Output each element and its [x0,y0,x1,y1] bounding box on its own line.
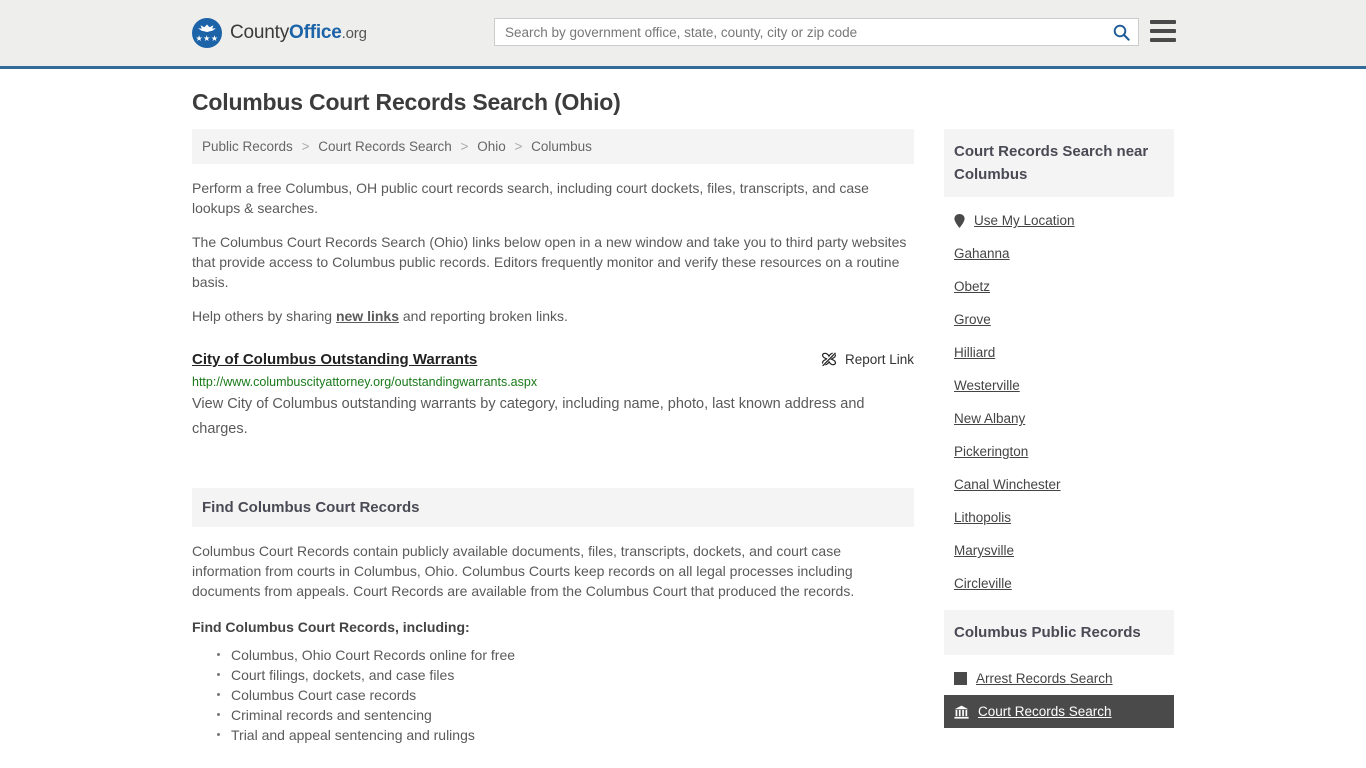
list-item: Columbus, Ohio Court Records online for … [217,645,914,665]
sidebar-item-label: Pickerington [954,444,1029,459]
sidebar-item-westerville[interactable]: Westerville [944,369,1174,402]
intro-paragraph-2: The Columbus Court Records Search (Ohio)… [192,234,907,290]
page-container: Columbus Court Records Search (Ohio) Pub… [0,89,1366,745]
courthouse-icon [954,705,969,719]
broken-link-icon [821,351,837,367]
brand-part-office: Office [289,22,342,43]
nearby-card: Court Records Search near Columbus Use M… [944,129,1174,600]
site-header: ★★★ CountyOffice.org [0,0,1366,69]
find-records-paragraph: Columbus Court Records contain publicly … [192,543,855,599]
nearby-links: Use My Location Gahanna Obetz Grove Hill… [944,197,1174,600]
result-title-link[interactable]: City of Columbus Outstanding Warrants [192,350,477,370]
sidebar-item-court-records-search[interactable]: Court Records Search [944,695,1174,728]
breadcrumb: Public Records > Court Records Search > … [192,129,914,164]
sidebar-item-lithopolis[interactable]: Lithopolis [944,501,1174,534]
result-url[interactable]: http://www.columbuscityattorney.org/outs… [192,374,914,390]
sidebar-item-label: Circleville [954,576,1012,591]
main-column: Public Records > Court Records Search > … [192,129,914,745]
sidebar-item-label: Court Records Search [978,704,1112,719]
report-link-button[interactable]: Report Link [821,350,914,367]
sidebar-item-use-my-location[interactable]: Use My Location [944,204,1174,237]
sidebar-item-label: Use My Location [974,213,1075,228]
brand-part-county: County [230,22,290,43]
brand-part-tld: .org [341,25,367,42]
report-link-label: Report Link [844,351,914,367]
brand-wordmark: CountyOffice.org [230,22,367,44]
menu-bar-1 [1150,20,1176,24]
public-records-links: Arrest Records Search Court Records Sear… [944,655,1174,728]
find-records-heading: Find Columbus Court Records [192,488,914,527]
share-text-before: Help others by sharing [192,308,336,324]
site-logo-link[interactable]: ★★★ CountyOffice.org [192,18,367,48]
list-item: Court filings, dockets, and case files [217,665,914,685]
sidebar-item-label: Gahanna [954,246,1010,261]
map-pin-icon [954,213,965,228]
sidebar: Court Records Search near Columbus Use M… [944,129,1174,745]
sidebar-item-label: Hilliard [954,345,996,360]
logo-stars: ★★★ [195,34,219,43]
find-records-section: Find Columbus Court Records Columbus Cou… [192,488,914,745]
page-title: Columbus Court Records Search (Ohio) [192,89,621,115]
new-links-link[interactable]: new links [336,308,399,324]
breadcrumb-item-court-records-search[interactable]: Court Records Search [318,139,452,154]
menu-bar-2 [1150,29,1176,33]
sidebar-item-canal-winchester[interactable]: Canal Winchester [944,468,1174,501]
find-records-list-intro: Find Columbus Court Records, including: [192,619,470,635]
search-bar[interactable] [494,18,1139,46]
sidebar-item-gahanna[interactable]: Gahanna [944,237,1174,270]
eagle-icon [198,24,216,32]
nearby-heading: Court Records Search near Columbus [944,129,1174,197]
breadcrumb-separator: > [514,139,523,154]
eagle-stars-logo-icon: ★★★ [192,18,222,48]
list-item: Columbus Court case records [217,685,914,705]
find-records-body: Columbus Court Records contain publicly … [192,527,914,745]
search-button[interactable] [1104,19,1138,45]
sidebar-item-arrest-records-search[interactable]: Arrest Records Search [944,662,1174,695]
breadcrumb-item-public-records[interactable]: Public Records [202,139,293,154]
hamburger-menu-icon[interactable] [1150,20,1176,42]
breadcrumb-item-ohio[interactable]: Ohio [477,139,506,154]
sidebar-item-label: Arrest Records Search [976,671,1113,686]
sidebar-item-hilliard[interactable]: Hilliard [944,336,1174,369]
share-text-after: and reporting broken links. [399,308,568,324]
sidebar-item-label: Obetz [954,279,991,294]
sidebar-item-obetz[interactable]: Obetz [944,270,1174,303]
public-records-card: Columbus Public Records Arrest Records S… [944,610,1174,728]
breadcrumb-separator: > [460,139,469,154]
list-item: Criminal records and sentencing [217,705,914,725]
result-item: City of Columbus Outstanding Warrants Re… [192,350,914,442]
intro-paragraph-1: Perform a free Columbus, OH public court… [192,180,869,216]
sidebar-item-label: Lithopolis [954,510,1012,525]
menu-bar-3 [1150,38,1176,42]
sidebar-item-label: Marysville [954,543,1015,558]
sidebar-item-circleville[interactable]: Circleville [944,567,1174,600]
sidebar-item-new-albany[interactable]: New Albany [944,402,1174,435]
sidebar-item-marysville[interactable]: Marysville [944,534,1174,567]
fingerprint-square-icon [954,672,967,685]
sidebar-item-label: New Albany [954,411,1026,426]
breadcrumb-separator: > [301,139,310,154]
search-icon [1113,24,1130,41]
result-header-row: City of Columbus Outstanding Warrants Re… [192,350,914,370]
sidebar-item-label: Grove [954,312,991,327]
breadcrumb-item-columbus[interactable]: Columbus [531,139,592,154]
sidebar-item-grove[interactable]: Grove [944,303,1174,336]
search-input[interactable] [495,19,1104,45]
result-description: View City of Columbus outstanding warran… [192,396,865,437]
intro-paragraph-3: Help others by sharing new links and rep… [192,306,914,326]
list-item: Trial and appeal sentencing and rulings [217,725,914,745]
public-records-heading: Columbus Public Records [944,610,1174,655]
content-columns: Public Records > Court Records Search > … [192,129,1174,745]
sidebar-item-pickerington[interactable]: Pickerington [944,435,1174,468]
sidebar-item-label: Westerville [954,378,1020,393]
sidebar-item-label: Canal Winchester [954,477,1061,492]
find-records-bullet-list: Columbus, Ohio Court Records online for … [192,645,914,745]
